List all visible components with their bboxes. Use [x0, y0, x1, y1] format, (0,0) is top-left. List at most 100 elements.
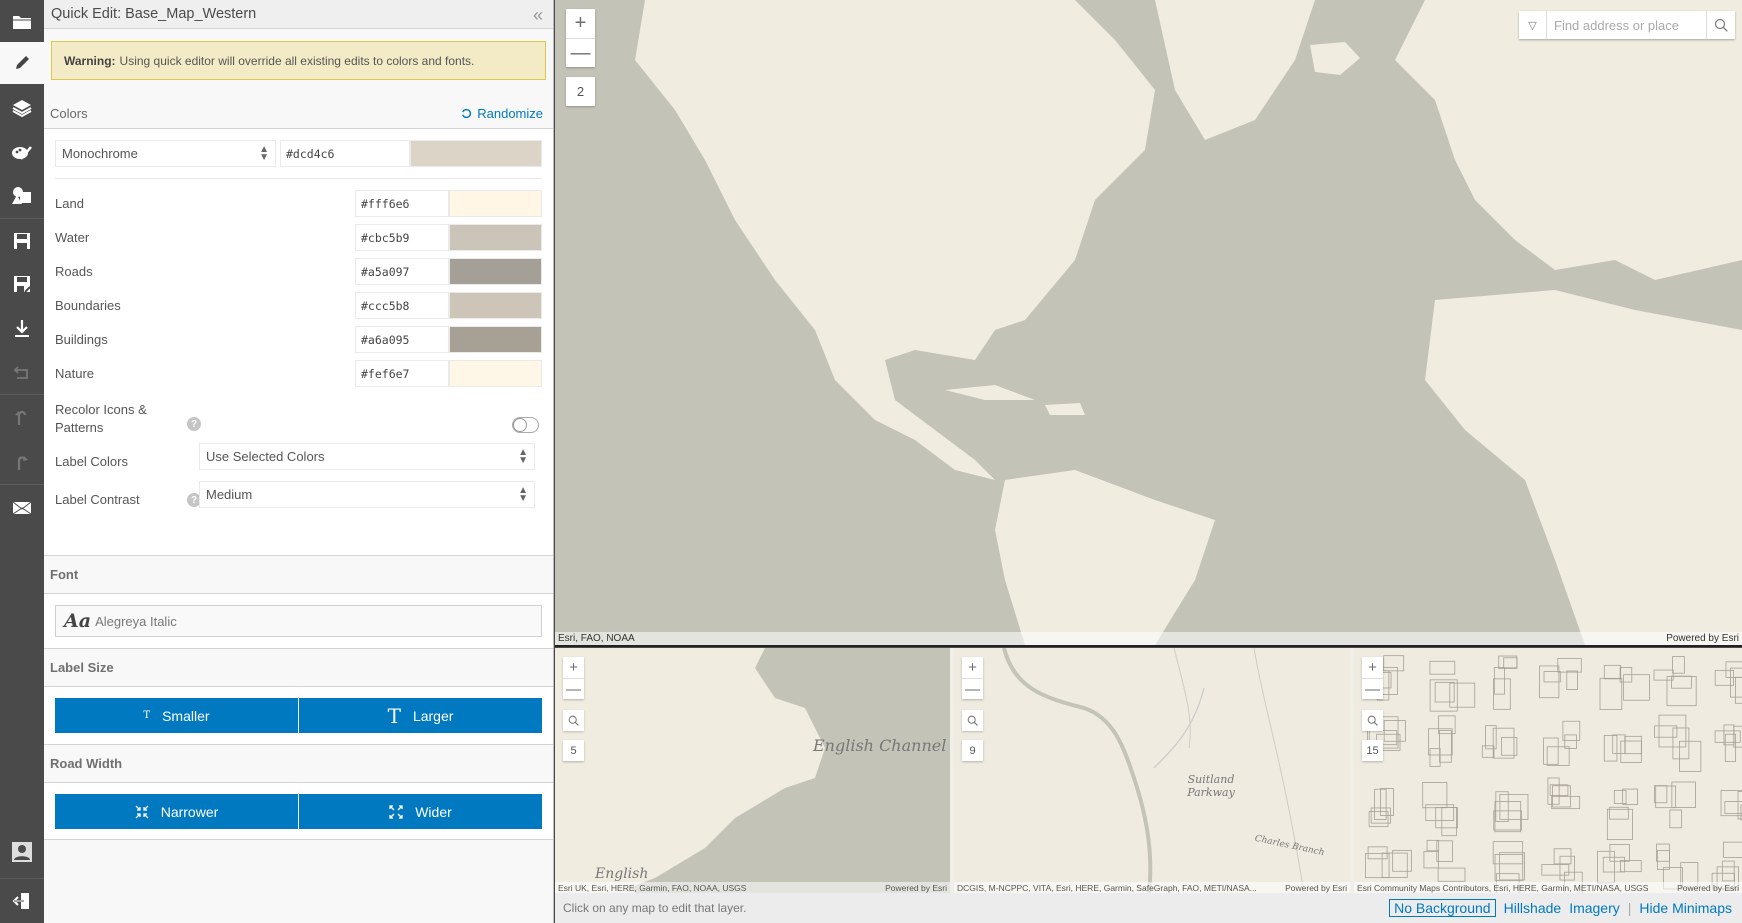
- zoom-in-button[interactable]: +: [962, 657, 983, 678]
- label-colors-select[interactable]: Use Selected Colors ▲ ▼: [199, 443, 535, 470]
- search-source-dropdown[interactable]: ▽: [1519, 11, 1547, 39]
- sign-out-button[interactable]: [0, 879, 44, 923]
- scheme-color-swatch[interactable]: [410, 140, 542, 167]
- search-input[interactable]: Find address or place: [1547, 11, 1706, 39]
- expand-icon: [389, 804, 403, 819]
- color-swatch[interactable]: [449, 360, 542, 387]
- smaller-labels-button[interactable]: T Smaller: [55, 698, 298, 733]
- minimap-2[interactable]: Suitland Parkway Charles Branch + — 9 DC…: [954, 648, 1350, 893]
- powered-by[interactable]: Powered by Esri: [1285, 883, 1347, 893]
- plus-icon: +: [1368, 659, 1377, 676]
- help-icon[interactable]: ?: [187, 417, 201, 431]
- powered-by[interactable]: Powered by Esri: [1677, 883, 1739, 893]
- stream: [1173, 648, 1191, 749]
- redo-button[interactable]: [0, 440, 44, 484]
- zoom-out-button[interactable]: —: [563, 678, 584, 699]
- powered-by[interactable]: Powered by Esri: [885, 883, 947, 893]
- building-outline: [1669, 809, 1683, 829]
- color-hex-input[interactable]: #ccc5b8: [355, 292, 449, 319]
- main-zoom-level: 2: [566, 77, 595, 106]
- style-button[interactable]: [0, 130, 44, 174]
- minimap-2-zoom-level: 9: [962, 740, 983, 761]
- building-outline: [1365, 853, 1390, 879]
- building-outline: [1603, 735, 1618, 762]
- save-button[interactable]: [0, 219, 44, 263]
- font-name: Alegreya Italic: [95, 613, 177, 629]
- color-row-label: Roads: [55, 264, 93, 279]
- folder-icon: [13, 16, 31, 29]
- save-as-button[interactable]: [0, 262, 44, 306]
- zoom-in-button[interactable]: +: [563, 657, 584, 678]
- recolor-toggle[interactable]: [512, 417, 539, 433]
- building-outline: [1493, 810, 1522, 831]
- toggle-knob: [513, 418, 527, 432]
- building-outline: [1721, 860, 1735, 882]
- left-toolbar: [0, 0, 44, 923]
- color-scheme-select[interactable]: Monochrome ▲ ▼: [55, 140, 276, 167]
- minimap-3-search-button[interactable]: [1362, 710, 1383, 731]
- color-hex-input[interactable]: #fff6e6: [355, 190, 449, 217]
- open-button[interactable]: [0, 0, 44, 44]
- download-button[interactable]: [0, 306, 44, 350]
- hide-minimaps-link[interactable]: Hide Minimaps: [1639, 900, 1732, 916]
- divider: [55, 178, 542, 179]
- font-picker[interactable]: Aa Alegreya Italic: [55, 605, 542, 637]
- quick-edit-panel: Quick Edit: Base_Map_Western « Warning: …: [44, 0, 554, 923]
- building-outline: [1543, 737, 1559, 765]
- color-swatch[interactable]: [449, 190, 542, 217]
- layers-button[interactable]: [0, 86, 44, 130]
- powered-by[interactable]: Powered by Esri: [1666, 633, 1739, 644]
- share-button[interactable]: [0, 486, 44, 530]
- larger-labels-button[interactable]: T Larger: [298, 698, 542, 733]
- minus-icon: —: [566, 680, 581, 698]
- zoom-in-button[interactable]: +: [566, 9, 595, 38]
- zoom-out-button[interactable]: —: [962, 678, 983, 699]
- hispaniola-landmass: [1045, 403, 1085, 415]
- randomize-label: Randomize: [477, 106, 543, 121]
- randomize-button[interactable]: Randomize: [461, 106, 543, 121]
- search-icon: [1367, 715, 1378, 726]
- hillshade-option[interactable]: Hillshade: [1504, 900, 1562, 916]
- color-row-label: Land: [55, 196, 84, 211]
- building-outline: [1714, 730, 1741, 743]
- color-hex-input[interactable]: #cbc5b9: [355, 224, 449, 251]
- main-zoom-control: + —: [566, 9, 595, 67]
- user-icon: [12, 842, 32, 862]
- no-background-option[interactable]: No Background: [1389, 899, 1496, 917]
- color-hex-input[interactable]: #a6a095: [355, 326, 449, 353]
- narrower-roads-button[interactable]: Narrower: [55, 794, 298, 829]
- minimap-3-zoom-control: + —: [1362, 657, 1383, 699]
- building-outline: [1434, 681, 1455, 703]
- quick-edit-button[interactable]: [0, 42, 44, 84]
- minimap-1-search-button[interactable]: [563, 710, 584, 731]
- color-swatch[interactable]: [449, 224, 542, 251]
- label-contrast-select[interactable]: Medium ▲ ▼: [199, 481, 535, 508]
- undo-icon: [15, 410, 27, 425]
- collapse-panel-button[interactable]: «: [533, 5, 543, 26]
- zoom-out-button[interactable]: —: [566, 38, 595, 67]
- main-map[interactable]: + — 2 ▽ Find address or place Esri, FAO,…: [555, 0, 1742, 645]
- color-swatch[interactable]: [449, 292, 542, 319]
- color-hex-input[interactable]: #fef6e7: [355, 360, 449, 387]
- symbols-button[interactable]: [0, 174, 44, 218]
- account-button[interactable]: [0, 830, 44, 874]
- zoom-out-button[interactable]: —: [1362, 678, 1383, 699]
- revert-button[interactable]: [0, 350, 44, 394]
- scheme-hex-input[interactable]: #dcd4c6: [280, 140, 410, 167]
- imagery-option[interactable]: Imagery: [1569, 900, 1620, 916]
- color-swatch[interactable]: [449, 326, 542, 353]
- building-outline: [1612, 734, 1626, 754]
- undo-button[interactable]: [0, 395, 44, 439]
- color-swatch[interactable]: [449, 258, 542, 285]
- label-size-section-body: T Smaller T Larger: [44, 687, 553, 744]
- minimap-1[interactable]: English Channel English + — 5 Esri UK, E…: [555, 648, 950, 893]
- wider-roads-button[interactable]: Wider: [298, 794, 542, 829]
- recolor-label: Recolor Icons & Patterns: [55, 402, 147, 435]
- building-outline: [1392, 849, 1412, 872]
- zoom-in-button[interactable]: +: [1362, 657, 1383, 678]
- color-hex-input[interactable]: #a5a097: [355, 258, 449, 285]
- minimap-3[interactable]: + — 15 Esri Community Maps Contributors,…: [1354, 648, 1742, 893]
- building-outline: [1439, 730, 1452, 763]
- search-button[interactable]: [1706, 11, 1735, 39]
- minimap-2-search-button[interactable]: [962, 710, 983, 731]
